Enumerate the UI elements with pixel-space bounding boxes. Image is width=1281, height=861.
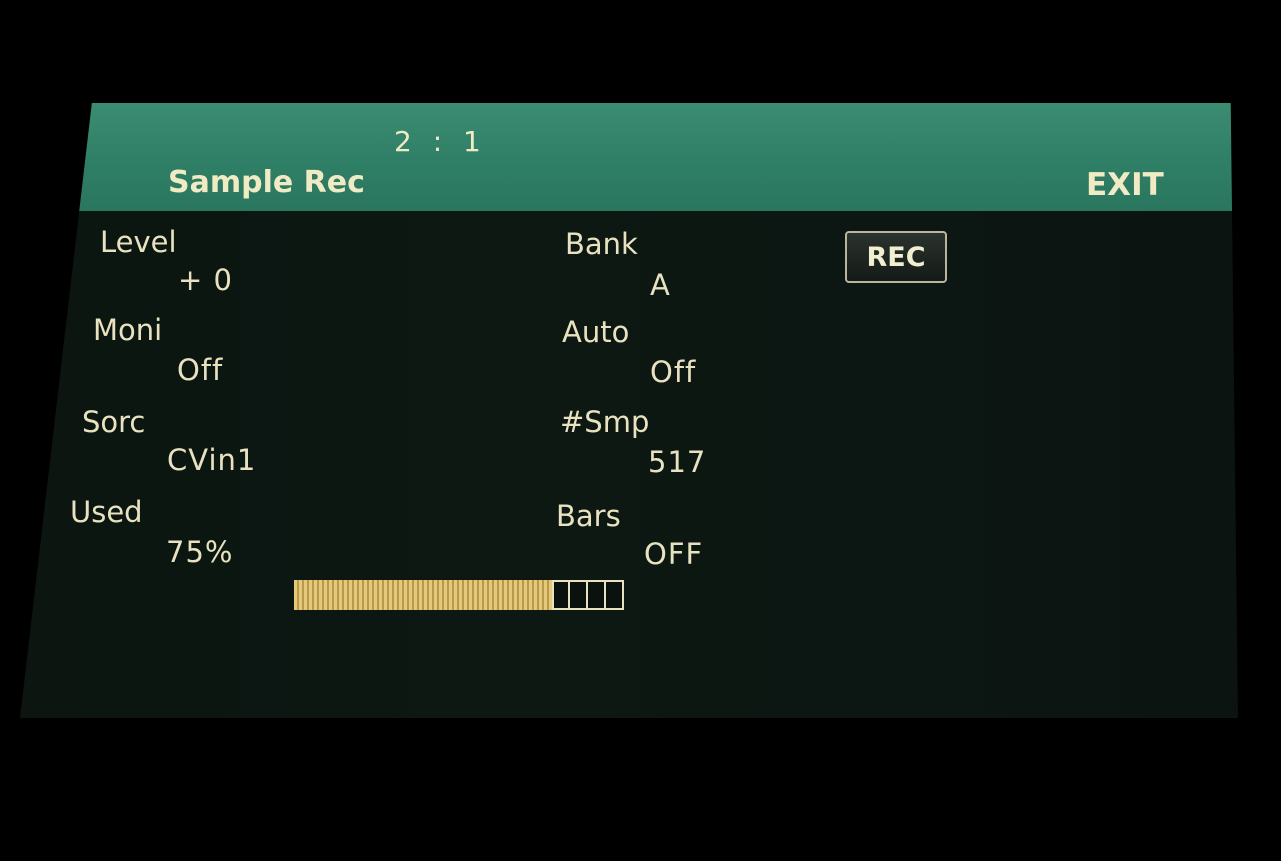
bank-value[interactable]: A <box>650 268 671 302</box>
device-screen: 2 : 1 Sample Rec EXIT Level + 0 Moni Off… <box>20 103 1238 718</box>
track-position: 2 : 1 <box>394 125 487 158</box>
exit-button[interactable]: EXIT <box>1086 167 1164 203</box>
used-label: Used <box>70 495 143 529</box>
memory-used-meter <box>294 580 624 610</box>
sorc-value[interactable]: CVin1 <box>167 443 256 477</box>
rec-button[interactable]: REC <box>845 231 947 283</box>
moni-label: Moni <box>93 313 163 347</box>
meter-filled-portion <box>294 580 552 610</box>
bars-label: Bars <box>556 499 621 533</box>
auto-label: Auto <box>562 315 630 349</box>
meter-empty-segment <box>606 580 624 610</box>
meter-empty-segment <box>570 580 588 610</box>
bank-label: Bank <box>565 227 638 261</box>
num-samples-value: 517 <box>648 445 707 479</box>
page-title: Sample Rec <box>168 165 365 200</box>
used-value: 75% <box>166 535 234 569</box>
bars-value[interactable]: OFF <box>644 537 703 571</box>
num-samples-label: #Smp <box>560 405 650 439</box>
header-bar: 2 : 1 Sample Rec EXIT <box>20 103 1238 211</box>
level-label: Level <box>100 225 177 259</box>
auto-value[interactable]: Off <box>650 355 696 389</box>
sorc-label: Sorc <box>82 405 146 439</box>
moni-value[interactable]: Off <box>177 353 223 387</box>
meter-empty-segment <box>588 580 606 610</box>
level-value[interactable]: + 0 <box>178 263 233 297</box>
meter-empty-segment <box>552 580 570 610</box>
